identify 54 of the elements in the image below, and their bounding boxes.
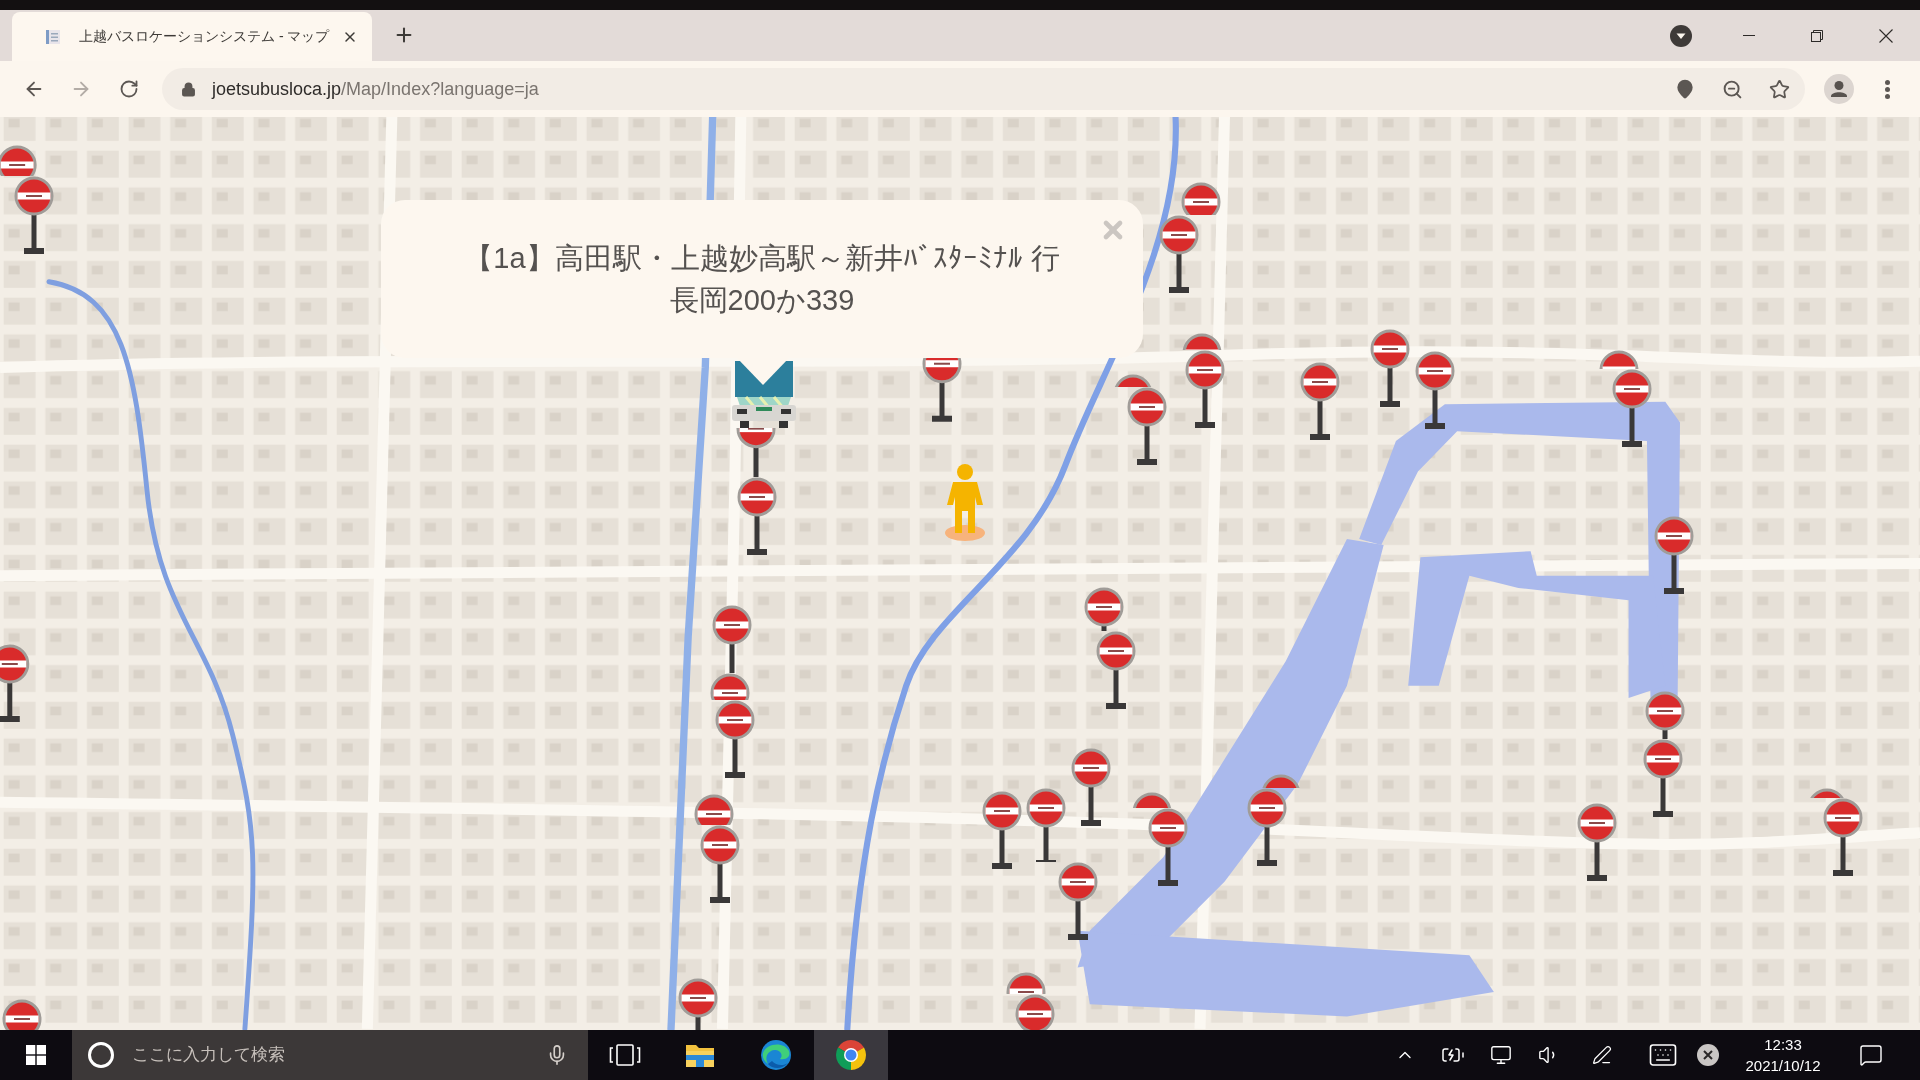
bus-stop-icon[interactable] [1576, 802, 1617, 883]
route-title: 【1a】高田駅・上越妙高駅～新井ﾊﾞｽﾀｰﾐﾅﾙ 行 [464, 241, 1060, 276]
vehicle-number: 長岡200か339 [669, 283, 855, 318]
browser-tab[interactable]: 上越バスロケーションシステム - マップ [12, 12, 372, 61]
bus-stop-icon[interactable] [736, 477, 777, 558]
network-icon [1490, 1044, 1512, 1066]
bus-stop-icon[interactable] [1025, 788, 1066, 862]
bus-stop-icon[interactable] [1071, 747, 1111, 828]
bus-stop-icon[interactable] [1369, 329, 1410, 410]
circle-icon [88, 1042, 114, 1068]
bus-stop-icon[interactable] [1300, 362, 1340, 443]
x-circle-icon [1697, 1044, 1719, 1066]
notification-icon [1859, 1043, 1883, 1067]
menu-icon [1884, 79, 1890, 99]
bus-stop-icon[interactable] [714, 700, 755, 781]
star-icon [1768, 78, 1790, 100]
bus-stop-icon[interactable] [1159, 215, 1200, 296]
bus-stop-icon[interactable] [1127, 386, 1168, 467]
page-icon [45, 28, 61, 45]
task-view-icon [609, 1044, 641, 1066]
reload-icon [119, 79, 139, 99]
minimize-icon [1743, 35, 1755, 36]
bus-stop-icon[interactable] [1184, 349, 1225, 430]
location-pin-icon [1675, 79, 1695, 99]
user-icon [1824, 74, 1854, 104]
pen-icon [1592, 1045, 1612, 1065]
lock-icon [181, 81, 196, 97]
bus-stop-icon[interactable] [1653, 516, 1694, 597]
windows-logo-icon [26, 1045, 46, 1065]
bus-stop-icon[interactable] [1415, 351, 1456, 432]
chrome-icon [835, 1039, 867, 1071]
address-bar[interactable]: joetsubusloca.jp/Map/Index?language=ja [162, 68, 1805, 110]
bus-stop-icon[interactable] [1057, 861, 1098, 942]
folder-icon [685, 1042, 715, 1068]
edge-icon [760, 1039, 792, 1071]
restore-icon [1811, 29, 1823, 42]
search-input[interactable]: ここに入力して検索 [132, 1040, 432, 1070]
clock-button[interactable]: 12:33 2021/10/12 [1722, 1030, 1844, 1080]
bus-stop-icon[interactable] [1247, 788, 1288, 869]
zoom-out-icon [1721, 78, 1743, 100]
taskbar-app-button[interactable] [814, 1030, 888, 1080]
bus-stop-icon[interactable] [0, 643, 30, 724]
bus-stop-icon[interactable] [700, 824, 740, 905]
search-bar[interactable]: ここに入力して検索 [72, 1030, 588, 1080]
bus-stop-icon[interactable] [14, 175, 55, 256]
bus-stop-icon[interactable] [1822, 798, 1863, 878]
bus-stop-icon[interactable] [1642, 739, 1683, 820]
profile-button[interactable] [1821, 71, 1857, 107]
bus-stop-icon[interactable] [1148, 807, 1189, 888]
caret-down-icon [1670, 24, 1692, 47]
bus-stop-icon[interactable] [981, 790, 1022, 871]
close-icon [1878, 28, 1893, 43]
bus-stop-icon[interactable] [1095, 631, 1136, 712]
bus-stop-icon[interactable] [1612, 369, 1653, 450]
